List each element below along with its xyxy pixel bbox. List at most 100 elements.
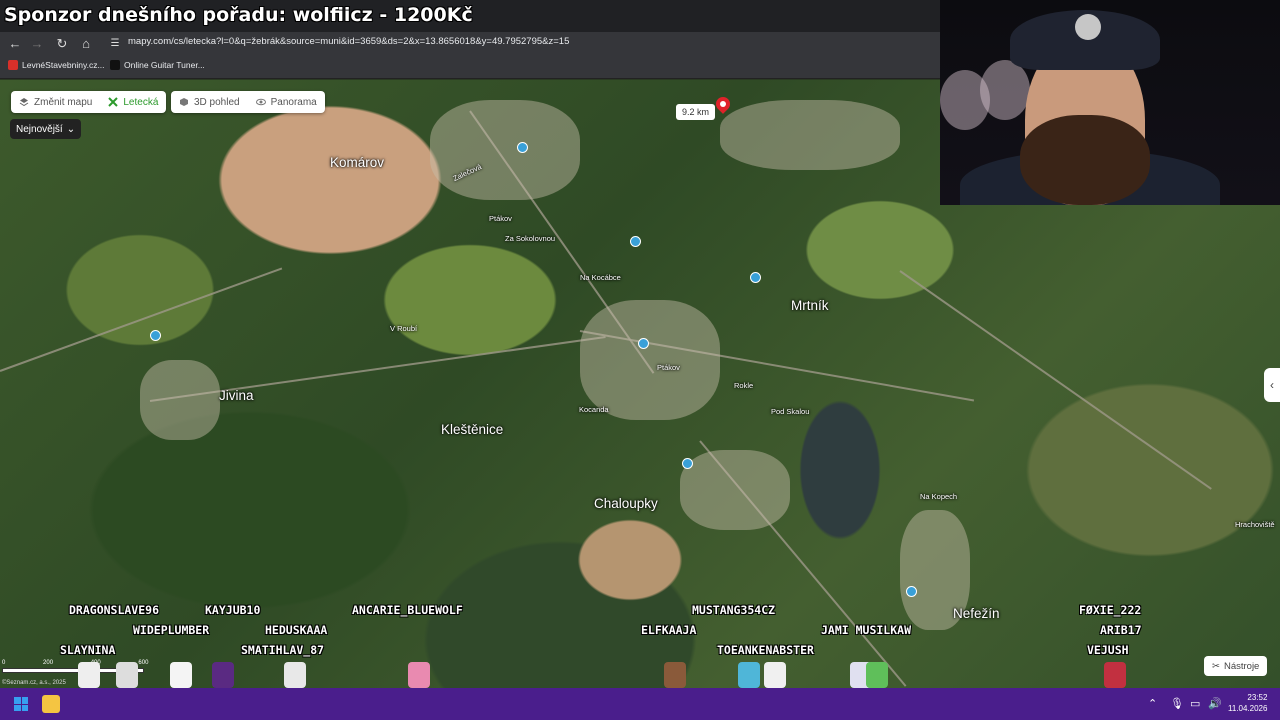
chat-user-name: MUSTANG354CZ <box>692 603 776 617</box>
3d-view-button[interactable]: 3D pohled <box>171 91 248 113</box>
poi-marker[interactable] <box>150 330 161 341</box>
webcam-feed <box>940 0 1280 205</box>
chat-user-name: ANCARIE_BLUEWOLF <box>352 603 463 617</box>
reload-icon[interactable]: ↻ <box>53 35 71 53</box>
guitar-favicon-icon <box>110 60 120 70</box>
place-label-small: Na Kopech <box>920 492 958 501</box>
view-control: 3D pohled Panorama <box>171 91 325 113</box>
chat-avatar-sprite <box>284 662 306 688</box>
side-panel-toggle[interactable]: ‹ <box>1264 368 1280 402</box>
poi-marker[interactable] <box>517 142 528 153</box>
chat-user-name: KAYJUB10 <box>205 603 261 617</box>
start-menu-icon[interactable] <box>14 697 28 711</box>
chat-avatar-sprite <box>78 662 100 688</box>
volume-icon[interactable]: 🔊 <box>1208 697 1222 710</box>
ls-favicon-icon <box>8 60 18 70</box>
scale-label: 0 <box>2 660 6 666</box>
place-label-small: Na Kocábce <box>580 273 621 282</box>
place-label: Nefežín <box>953 606 1000 621</box>
bookmark-item[interactable]: LevnéStavebniny.cz... <box>8 60 105 70</box>
eye-icon <box>255 98 266 106</box>
streamer-beard <box>1020 115 1150 205</box>
place-label: Chaloupky <box>594 496 658 511</box>
poi-marker[interactable] <box>630 236 641 247</box>
place-label-small: Kocanda <box>579 405 609 414</box>
site-info-icon[interactable]: ☰ <box>106 35 124 53</box>
fairy-wing-decoration <box>980 60 1030 120</box>
taskbar-clock[interactable]: 23:52 11.04.2026 <box>1228 692 1267 714</box>
tools-label: Nástroje <box>1223 660 1260 672</box>
bookmark-label: LevnéStavebniny.cz... <box>22 60 105 70</box>
poi-marker[interactable] <box>906 586 917 597</box>
chat-user-name: ELFKAAJA <box>641 623 697 637</box>
place-label-small: Rokle <box>734 381 754 390</box>
place-label: Mrtník <box>791 298 829 313</box>
layers-icon <box>19 98 29 107</box>
chat-user-name: HEDUSKAAA <box>265 623 328 637</box>
chat-user-name: DRAGONSLAVE96 <box>69 603 160 617</box>
3d-view-label: 3D pohled <box>194 96 240 108</box>
panorama-button[interactable]: Panorama <box>248 91 325 113</box>
sort-dropdown-label: Nejnovější <box>16 123 63 135</box>
network-icon[interactable]: ▭ <box>1190 697 1200 710</box>
chat-avatar-sprite <box>1104 662 1126 688</box>
place-label-small: Ptákov <box>657 363 680 372</box>
poi-marker[interactable] <box>638 338 649 349</box>
forward-icon[interactable]: → <box>28 35 46 53</box>
chat-user-name: ARIB17 <box>1100 623 1142 637</box>
poi-marker[interactable] <box>750 272 761 283</box>
tools-icon: ✂ <box>1212 660 1220 672</box>
chat-user-name: SMATIHLAV_87 <box>241 643 325 657</box>
home-icon[interactable]: ⌂ <box>77 35 95 53</box>
chat-user-name: VEJUSH <box>1087 643 1129 657</box>
panorama-label: Panorama <box>270 96 317 108</box>
map-copyright: ©Seznam.cz, a.s., 2025 <box>2 680 66 686</box>
place-label: Jivina <box>219 388 254 403</box>
sort-dropdown[interactable]: Nejnovější ⌄ <box>10 119 82 139</box>
chat-user-name: SLAYNINA <box>60 643 116 657</box>
satellite-icon <box>108 97 119 107</box>
chevron-down-icon: ⌄ <box>66 123 76 135</box>
chat-avatar-sprite <box>212 662 234 688</box>
chat-avatar-sprite <box>408 662 430 688</box>
clock-date: 11.04.2026 <box>1228 704 1268 713</box>
chat-avatar-sprite <box>866 662 888 688</box>
aerial-label: Letecká <box>123 96 159 108</box>
change-map-label: Změnit mapu <box>34 96 93 108</box>
chat-user-name: JAMI MUSILKAW <box>821 623 912 637</box>
place-label-small: V Roubí <box>390 324 418 333</box>
chat-user-name: TOEANKENABSTER <box>717 643 814 657</box>
chat-avatar-sprite <box>764 662 786 688</box>
file-explorer-icon[interactable] <box>42 695 60 713</box>
distance-label: 9.2 km <box>676 104 716 120</box>
bookmark-item[interactable]: Online Guitar Tuner... <box>110 60 205 70</box>
place-label-small: Za Sokolovnou <box>505 234 556 243</box>
change-map-button[interactable]: Změnit mapu <box>11 91 100 113</box>
chat-user-name: FØXIE_222 <box>1079 603 1142 617</box>
map-type-control: Změnit mapu Letecká <box>11 91 167 113</box>
back-icon[interactable]: ← <box>6 35 24 53</box>
aerial-button[interactable]: Letecká <box>100 91 166 113</box>
chat-avatar-sprite <box>170 662 192 688</box>
tray-chevron-icon[interactable]: ⌃ <box>1148 697 1157 710</box>
chat-avatar-sprite <box>664 662 686 688</box>
cube-icon <box>180 98 188 106</box>
tools-button[interactable]: ✂ Nástroje <box>1204 656 1268 676</box>
clock-time: 23:52 <box>1247 693 1268 702</box>
scale-label: 600 <box>138 660 149 666</box>
windows-taskbar <box>0 688 1280 720</box>
scale-label: 200 <box>43 660 54 666</box>
place-label: Komárov <box>330 155 385 170</box>
address-bar[interactable]: mapy.com/cs/letecka?l=0&q=žebrák&source=… <box>128 36 569 47</box>
place-label-small: Ptákov <box>489 214 512 223</box>
chat-avatar-sprite <box>116 662 138 688</box>
place-label: Kleštěnice <box>441 422 504 437</box>
poi-marker[interactable] <box>682 458 693 469</box>
chat-user-name: WIDEPLUMBER <box>133 623 210 637</box>
sponsor-overlay: Sponzor dnešního pořadu: wolfiicz - 1200… <box>4 4 473 26</box>
chat-avatar-sprite <box>738 662 760 688</box>
place-label-small: Hrachoviště <box>1235 520 1275 529</box>
place-label-small: Pod Skalou <box>771 407 810 416</box>
microphone-icon[interactable]: 🎙 <box>1170 697 1184 710</box>
cap-badge <box>1075 14 1101 40</box>
